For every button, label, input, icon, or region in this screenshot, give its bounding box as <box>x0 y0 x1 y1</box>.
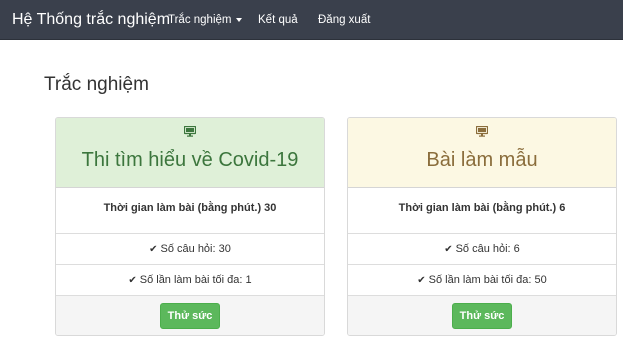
quiz-duration-text: Thời gian làm bài (bằng phút.) 30 <box>103 202 277 214</box>
quiz-max-attempts-text: Số lần làm bài tối đa: 50 <box>428 274 547 286</box>
caret-down-icon <box>235 17 242 22</box>
quiz-title: Thi tìm hiểu về Covid-19 <box>81 149 299 171</box>
quiz-duration-text: Thời gian làm bài (bằng phút.) 6 <box>398 202 566 214</box>
quiz-card-header: Bài làm mẫu <box>348 118 616 188</box>
check-icon: ✔ <box>128 275 137 286</box>
nav-item-label: Trắc nghiệm <box>168 14 232 26</box>
quiz-question-count: ✔ Số câu hỏi: 30 <box>56 234 324 265</box>
page-title: Trắc nghiệm <box>44 74 149 95</box>
quiz-duration: Thời gian làm bài (bằng phút.) 30 <box>56 188 324 234</box>
quiz-card-footer: Thử sức <box>56 296 324 335</box>
quiz-card-footer: Thử sức <box>348 296 616 335</box>
nav-item-trac-nghiem[interactable]: Trắc nghiệm <box>168 14 242 26</box>
quiz-question-count: ✔ Số câu hỏi: 6 <box>348 234 616 265</box>
nav-item-ket-qua[interactable]: Kết quả <box>258 14 298 26</box>
quiz-duration: Thời gian làm bài (bằng phút.) 6 <box>348 188 616 234</box>
check-icon: ✔ <box>444 244 453 255</box>
quiz-max-attempts: ✔ Số lần làm bài tối đa: 1 <box>56 265 324 296</box>
quiz-max-attempts-text: Số lần làm bài tối đa: 1 <box>139 274 252 286</box>
try-button[interactable]: Thử sức <box>160 303 220 329</box>
quiz-card-header: Thi tìm hiểu về Covid-19 <box>56 118 324 188</box>
try-button[interactable]: Thử sức <box>452 303 512 329</box>
quiz-question-count-text: Số câu hỏi: 30 <box>160 243 231 255</box>
brand-link[interactable]: Hệ Thống trắc nghiệm <box>12 11 170 29</box>
navbar: Hệ Thống trắc nghiệm Trắc nghiệm Kết quả… <box>0 0 623 40</box>
check-icon: ✔ <box>417 275 426 286</box>
quiz-max-attempts: ✔ Số lần làm bài tối đa: 50 <box>348 265 616 296</box>
quiz-title: Bài làm mẫu <box>426 149 538 171</box>
monitor-icon <box>184 126 196 137</box>
quiz-card: Bài làm mẫu Thời gian làm bài (bằng phút… <box>347 117 617 336</box>
check-icon: ✔ <box>149 244 158 255</box>
monitor-icon <box>476 126 488 137</box>
nav-item-dang-xuat[interactable]: Đăng xuất <box>318 14 370 26</box>
quiz-card: Thi tìm hiểu về Covid-19 Thời gian làm b… <box>55 117 325 336</box>
quiz-question-count-text: Số câu hỏi: 6 <box>455 243 520 255</box>
